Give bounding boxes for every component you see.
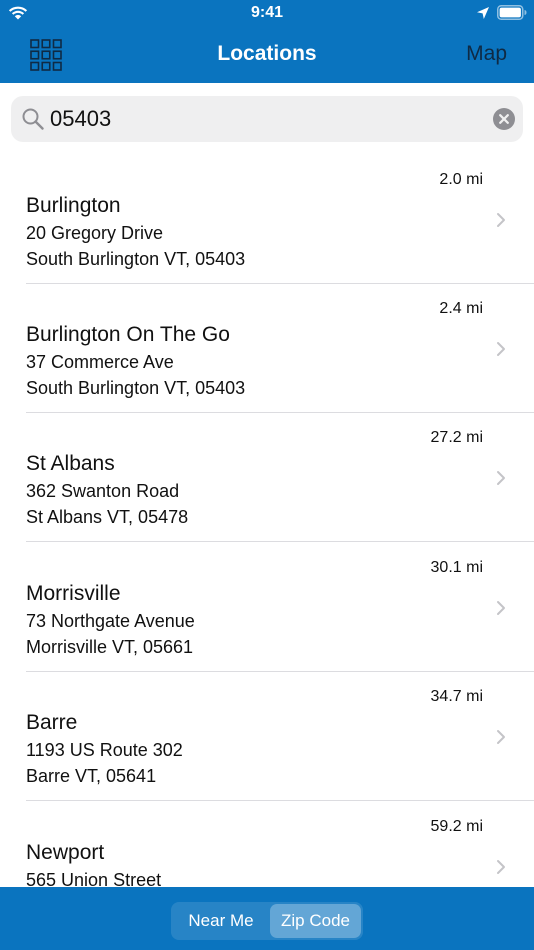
location-street: 565 Union Street — [26, 870, 162, 887]
row-divider — [26, 800, 534, 801]
location-name: Burlington — [26, 194, 121, 217]
chevron-right-icon — [497, 342, 505, 356]
location-distance: 59.2 mi — [430, 818, 483, 835]
location-row[interactable]: 59.2 mi Newport 565 Union Street — [0, 802, 534, 887]
location-row[interactable]: 27.2 mi St Albans 362 Swanton Road St Al… — [0, 413, 534, 542]
location-arrow-icon — [477, 7, 489, 19]
status-bar: 9:41 — [0, 0, 534, 28]
header: 9:41 Locations Map — [0, 0, 534, 83]
grid-menu-icon[interactable] — [30, 39, 62, 71]
location-row[interactable]: 30.1 mi Morrisville 73 Northgate Avenue … — [0, 543, 534, 672]
location-row[interactable]: 34.7 mi Barre 1193 US Route 302 Barre VT… — [0, 672, 534, 801]
search-input[interactable] — [50, 102, 480, 136]
location-street: 37 Commerce Ave — [26, 352, 174, 372]
bottom-toolbar: Near Me Zip Code — [0, 887, 534, 950]
location-street: 1193 US Route 302 — [26, 740, 183, 760]
nav-bar: Locations Map — [0, 28, 534, 83]
location-row[interactable]: 2.4 mi Burlington On The Go 37 Commerce … — [0, 284, 534, 413]
chevron-right-icon — [497, 471, 505, 485]
clear-search-button[interactable] — [493, 108, 515, 130]
chevron-right-icon — [497, 730, 505, 744]
location-street: 73 Northgate Avenue — [26, 611, 195, 631]
location-row[interactable]: 2.0 mi Burlington 20 Gregory Drive South… — [0, 155, 534, 284]
location-name: St Albans — [26, 452, 115, 475]
location-name: Burlington On The Go — [26, 323, 230, 346]
location-name: Barre — [26, 711, 78, 734]
zip-code-segment[interactable]: Zip Code — [270, 904, 361, 938]
location-name: Morrisville — [26, 582, 121, 605]
battery-icon — [497, 5, 527, 20]
location-street: 362 Swanton Road — [26, 481, 180, 501]
status-time: 9:41 — [250, 4, 284, 21]
clear-icon — [499, 114, 509, 124]
chevron-right-icon — [497, 601, 505, 615]
near-me-segment[interactable]: Near Me — [173, 904, 269, 938]
location-list: 2.0 mi Burlington 20 Gregory Drive South… — [0, 155, 534, 887]
row-divider — [26, 541, 534, 542]
location-city: South Burlington VT, 05403 — [26, 378, 246, 398]
location-name: Newport — [26, 841, 105, 864]
chevron-right-icon — [497, 860, 505, 874]
search-mode-segmented-control: Near Me Zip Code — [171, 902, 363, 940]
location-distance: 30.1 mi — [430, 559, 483, 576]
search-bar — [11, 96, 523, 142]
location-distance: 2.0 mi — [439, 171, 483, 188]
location-city: South Burlington VT, 05403 — [26, 249, 246, 269]
location-street: 20 Gregory Drive — [26, 223, 164, 243]
location-distance: 34.7 mi — [430, 688, 483, 705]
location-city: Morrisville VT, 05661 — [26, 637, 194, 657]
locations-screen: 9:41 Locations Map 05403 2.0 mi Burlingt… — [0, 0, 534, 950]
location-city: St Albans VT, 05478 — [26, 507, 189, 527]
chevron-right-icon — [497, 213, 505, 227]
location-distance: 27.2 mi — [430, 429, 483, 446]
location-city: Barre VT, 05641 — [26, 766, 157, 786]
page-title: Locations — [217, 42, 317, 65]
search-icon — [22, 108, 44, 130]
location-distance: 2.4 mi — [439, 300, 483, 317]
map-button[interactable]: Map — [466, 42, 507, 66]
